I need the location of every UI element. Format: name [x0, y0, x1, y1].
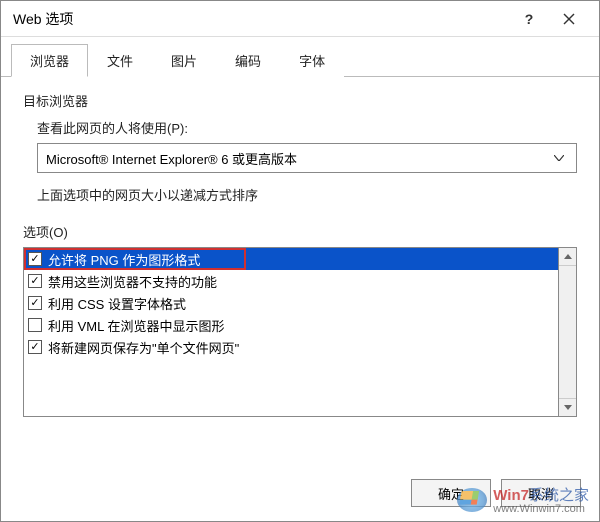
option-row[interactable]: 允许将 PNG 作为图形格式 [24, 248, 558, 270]
titlebar: Web 选项 ? [1, 1, 599, 37]
options-listbox-wrap: 允许将 PNG 作为图形格式禁用这些浏览器不支持的功能利用 CSS 设置字体格式… [23, 247, 577, 417]
options-label: 选项(O) [23, 222, 577, 241]
option-label: 允许将 PNG 作为图形格式 [48, 250, 200, 269]
browser-dropdown[interactable]: Microsoft® Internet Explorer® 6 或更高版本 [37, 143, 577, 173]
tab-fonts[interactable]: 字体 [280, 44, 344, 77]
target-browser-group: 查看此网页的人将使用(P): Microsoft® Internet Explo… [23, 118, 577, 204]
close-button[interactable] [547, 4, 591, 34]
scroll-up-icon[interactable] [559, 248, 576, 266]
option-label: 将新建网页保存为"单个文件网页" [48, 338, 239, 357]
option-row[interactable]: 利用 CSS 设置字体格式 [24, 292, 558, 314]
option-checkbox[interactable] [28, 340, 42, 354]
option-checkbox[interactable] [28, 318, 42, 332]
options-listbox[interactable]: 允许将 PNG 作为图形格式禁用这些浏览器不支持的功能利用 CSS 设置字体格式… [23, 247, 559, 417]
chevron-down-icon [550, 155, 568, 161]
tab-images[interactable]: 图片 [152, 44, 216, 77]
window-title: Web 选项 [13, 9, 511, 29]
dialog-footer: 确定 取消 Win7系统之家 www.Winwin7.com [1, 465, 599, 521]
tab-files[interactable]: 文件 [88, 44, 152, 77]
option-label: 利用 CSS 设置字体格式 [48, 294, 186, 313]
option-label: 利用 VML 在浏览器中显示图形 [48, 316, 224, 335]
option-row[interactable]: 禁用这些浏览器不支持的功能 [24, 270, 558, 292]
browser-dropdown-value: Microsoft® Internet Explorer® 6 或更高版本 [46, 149, 297, 168]
tab-browser[interactable]: 浏览器 [11, 44, 88, 77]
option-checkbox[interactable] [28, 252, 42, 266]
option-checkbox[interactable] [28, 296, 42, 310]
section-heading: 目标浏览器 [23, 91, 577, 110]
option-checkbox[interactable] [28, 274, 42, 288]
tab-encoding[interactable]: 编码 [216, 44, 280, 77]
sort-note: 上面选项中的网页大小以递减方式排序 [37, 185, 577, 204]
scroll-track[interactable] [559, 266, 576, 398]
tab-bar: 浏览器 文件 图片 编码 字体 [1, 37, 599, 77]
web-options-dialog: Web 选项 ? 浏览器 文件 图片 编码 字体 目标浏览器 查看此网页的人将使… [0, 0, 600, 522]
help-button[interactable]: ? [511, 4, 547, 34]
cancel-button[interactable]: 取消 [501, 479, 581, 507]
close-icon [563, 13, 575, 25]
browser-field-label: 查看此网页的人将使用(P): [37, 118, 577, 137]
scroll-down-icon[interactable] [559, 398, 576, 416]
option-row[interactable]: 将新建网页保存为"单个文件网页" [24, 336, 558, 358]
ok-button[interactable]: 确定 [411, 479, 491, 507]
options-scrollbar[interactable] [559, 247, 577, 417]
option-label: 禁用这些浏览器不支持的功能 [48, 272, 217, 291]
content-area: 目标浏览器 查看此网页的人将使用(P): Microsoft® Internet… [1, 77, 599, 465]
titlebar-buttons: ? [511, 4, 591, 34]
option-row[interactable]: 利用 VML 在浏览器中显示图形 [24, 314, 558, 336]
